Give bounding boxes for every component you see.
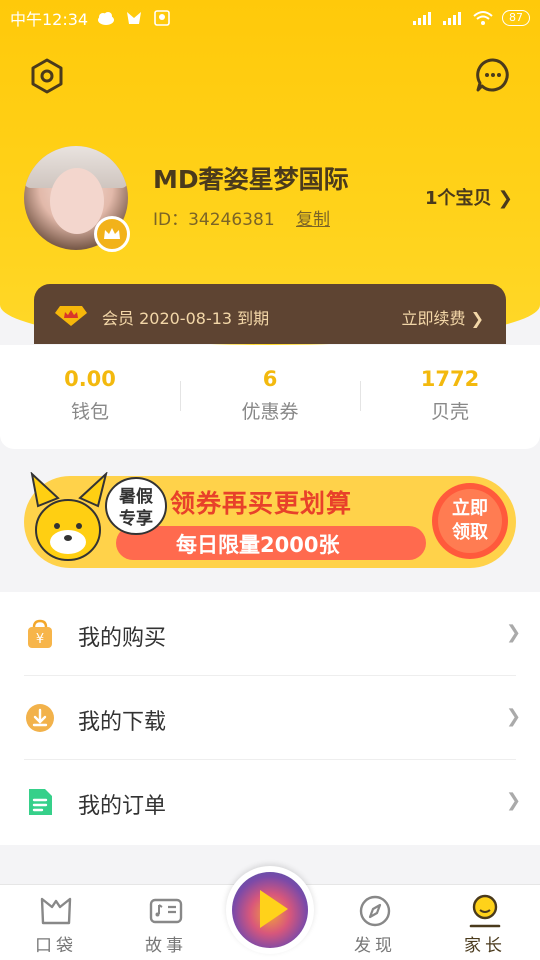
app-notification-icon-2 bbox=[154, 10, 170, 26]
menu-list: ¥ 我的购买 ❯ 我的下载 ❯ 我的订单 ❯ bbox=[0, 592, 540, 845]
user-id: ID：34246381 bbox=[153, 210, 275, 230]
chevron-right-icon: ❯ bbox=[506, 790, 522, 811]
diamond-crown-icon bbox=[55, 306, 87, 326]
menu-item-downloads[interactable]: 我的下载 ❯ bbox=[0, 676, 540, 760]
shopping-bag-icon: ¥ bbox=[28, 619, 52, 648]
stat-value: 1772 bbox=[420, 366, 480, 391]
vip-membership-bar[interactable]: 会员 2020-08-13 到期 立即续费 ❯ bbox=[34, 284, 506, 344]
renew-button[interactable]: 立即续费 ❯ bbox=[402, 305, 485, 329]
stat-wallet[interactable]: 0.00 钱包 bbox=[0, 345, 180, 449]
app-notification-icon bbox=[127, 12, 142, 24]
chevron-right-icon: ❯ bbox=[506, 622, 522, 643]
play-icon bbox=[260, 890, 288, 928]
tab-pocket[interactable]: 口袋 bbox=[11, 885, 101, 960]
story-icon bbox=[149, 898, 183, 924]
pocket-icon bbox=[40, 897, 72, 925]
stat-label: 优惠券 bbox=[241, 400, 299, 423]
chevron-right-icon: ❯ bbox=[506, 706, 522, 727]
weather-icon bbox=[98, 12, 115, 25]
promo-cta-button[interactable]: 立即领取 bbox=[448, 497, 492, 545]
tab-label: 发现 bbox=[354, 936, 396, 956]
stat-shells[interactable]: 1772 贝壳 bbox=[360, 345, 540, 449]
user-name: MD奢姿星梦国际 bbox=[153, 165, 349, 194]
compass-icon bbox=[359, 895, 391, 927]
tab-story[interactable]: 故事 bbox=[121, 885, 211, 960]
signal-icon bbox=[413, 12, 431, 25]
menu-item-purchases[interactable]: ¥ 我的购买 ❯ bbox=[0, 592, 540, 676]
menu-item-label: 我的订单 bbox=[78, 794, 167, 819]
menu-item-orders[interactable]: 我的订单 ❯ bbox=[0, 760, 540, 844]
promo-badge-text: 暑假专享 bbox=[119, 487, 153, 529]
menu-item-label: 我的购买 bbox=[78, 626, 167, 651]
tab-discover[interactable]: 发现 bbox=[330, 885, 420, 960]
settings-icon[interactable] bbox=[28, 57, 66, 95]
parent-icon bbox=[469, 894, 501, 928]
message-icon[interactable] bbox=[474, 56, 512, 94]
stat-label: 钱包 bbox=[70, 400, 109, 423]
tab-parent[interactable]: 家长 bbox=[440, 885, 530, 960]
menu-item-label: 我的下载 bbox=[78, 710, 167, 735]
crown-icon bbox=[94, 216, 130, 252]
status-bar: 中午12:34 87 bbox=[0, 0, 540, 36]
tab-label: 家长 bbox=[464, 936, 506, 956]
wifi-icon bbox=[473, 11, 493, 25]
stats-row: 0.00 钱包 6 优惠券 1772 贝壳 bbox=[0, 345, 540, 449]
tab-label: 故事 bbox=[145, 936, 187, 956]
order-doc-icon bbox=[29, 789, 52, 815]
battery-indicator: 87 bbox=[502, 10, 530, 26]
download-icon bbox=[26, 704, 54, 732]
baby-count-link[interactable]: 1个宝贝 ❯ bbox=[425, 184, 513, 210]
stat-label: 贝壳 bbox=[430, 400, 469, 423]
stat-value: 0.00 bbox=[64, 366, 116, 391]
promo-subtitle: 每日限量2000张 bbox=[176, 533, 340, 557]
copy-id-button[interactable]: 复制 bbox=[296, 205, 330, 230]
status-time: 中午12:34 bbox=[10, 10, 89, 29]
promo-title: 领券再买更划算 bbox=[170, 489, 353, 518]
signal-icon-2 bbox=[443, 12, 461, 25]
vip-expiry-text: 会员 2020-08-13 到期 bbox=[102, 309, 270, 328]
stat-coupons[interactable]: 6 优惠券 bbox=[180, 345, 360, 449]
now-playing-button[interactable] bbox=[226, 866, 314, 954]
tab-label: 口袋 bbox=[35, 936, 77, 956]
stat-value: 6 bbox=[262, 366, 278, 391]
svg-text:¥: ¥ bbox=[36, 632, 44, 647]
